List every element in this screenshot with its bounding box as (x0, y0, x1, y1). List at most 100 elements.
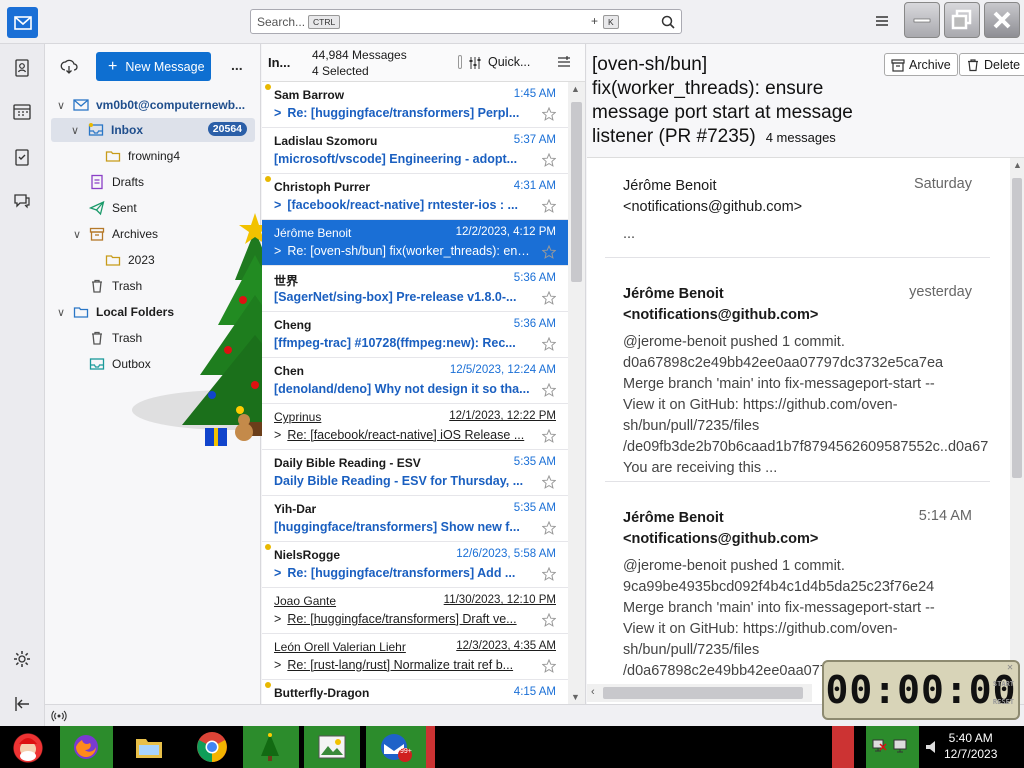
message-row[interactable]: 世界 5:36 AM [SagerNet/sing-box] Pre-release… (262, 266, 568, 312)
delete-button[interactable]: Delete (959, 53, 1024, 76)
thread-chevron-icon[interactable]: > (274, 566, 281, 580)
expand-chevron-icon[interactable]: ∨ (73, 228, 81, 241)
message-row[interactable]: Cyprinus 12/1/2023, 12:22 PM > Re: [faceboo… (262, 404, 568, 450)
mail-tab-button[interactable] (7, 7, 38, 38)
hamburger-menu-icon[interactable] (872, 12, 892, 30)
folder-frowning4[interactable]: frowning4 (45, 144, 261, 168)
archive-button[interactable]: Archive (884, 53, 958, 76)
folder-drafts[interactable]: Drafts (45, 170, 261, 194)
message-row[interactable]: Sam Barrow 1:45 AM > Re: [huggingface/trans… (262, 82, 568, 128)
close-icon[interactable]: ✕ (1007, 662, 1014, 673)
message-row[interactable]: Yih-Dar 5:35 AM [huggingface/transformers]… (262, 496, 568, 542)
message-row[interactable]: Cheng 5:36 AM [ffmpeg-trac] #10728(ffmpeg:… (262, 312, 568, 358)
folder-pane-more-button[interactable]: ... (231, 57, 243, 73)
message-date: 5:36 AM (513, 272, 556, 284)
taskbar-image-viewer[interactable] (304, 726, 360, 768)
message-row[interactable]: NielsRogge 12/6/2023, 5:58 AM > Re: [huggin… (262, 542, 568, 588)
scroll-up-icon[interactable]: ▲ (1013, 160, 1022, 170)
star-icon[interactable] (542, 245, 556, 259)
scroll-up-icon[interactable]: ▲ (571, 84, 580, 94)
search-bar[interactable]: Search... CTRL + K (250, 9, 682, 34)
taskbar-chrome[interactable] (186, 726, 238, 768)
collapse-toolbar-icon[interactable] (12, 694, 32, 714)
start-button[interactable] (0, 726, 56, 768)
folder-inbox[interactable]: ∨ Inbox 20564 (51, 118, 255, 142)
search-icon[interactable] (661, 15, 675, 29)
reading-pane-scrollbar[interactable]: ▲ (1010, 158, 1024, 728)
star-icon[interactable] (542, 291, 556, 305)
minimize-button[interactable] (904, 2, 940, 38)
expand-chevron-icon[interactable]: ∨ (57, 306, 65, 319)
quick-filter-toggle[interactable] (458, 55, 462, 69)
list-options-icon[interactable] (557, 55, 571, 69)
scroll-thumb[interactable] (1012, 178, 1022, 478)
taskbar-clock[interactable]: 5:40 AM 12/7/2023 (944, 730, 997, 762)
taskbar-firefox[interactable] (60, 726, 113, 768)
message-list-scrollbar[interactable]: ▲ ▼ (568, 82, 585, 704)
scroll-left-icon[interactable]: ‹ (591, 686, 595, 698)
star-icon[interactable] (542, 659, 556, 673)
thread-chevron-icon[interactable]: > (274, 244, 281, 258)
sent-icon (89, 200, 105, 216)
message-row[interactable]: Daily Bible Reading - ESV 5:35 AM Daily Bi… (262, 450, 568, 496)
expand-chevron-icon[interactable]: ∨ (57, 99, 65, 112)
system-tray-icons[interactable] (866, 726, 919, 768)
calendar-icon[interactable] (12, 102, 32, 122)
thread-message-card[interactable]: Jérôme Benoit <notifications@github.com> y… (605, 266, 990, 482)
thread-message-card[interactable]: Jérôme Benoit <notifications@github.com> S… (605, 158, 990, 258)
archive-icon (89, 227, 105, 241)
tray-red-indicator[interactable] (832, 726, 854, 768)
star-icon[interactable] (542, 107, 556, 121)
star-icon[interactable] (542, 521, 556, 535)
taskbar-file-explorer[interactable] (122, 726, 176, 768)
message-row[interactable]: León Orell Valerian Liehr 12/3/2023, 4:35… (262, 634, 568, 680)
hscroll-thumb[interactable] (603, 687, 803, 699)
star-icon[interactable] (542, 613, 556, 627)
sender-email: <notifications@github.com> (623, 531, 819, 547)
trash-icon (92, 331, 102, 345)
taskbar-thunderbird[interactable]: 99+ (366, 726, 426, 768)
thread-chevron-icon[interactable]: > (274, 106, 281, 120)
thread-chevron-icon[interactable]: > (274, 658, 281, 672)
get-messages-icon[interactable] (60, 58, 78, 76)
reading-pane-hscrollbar[interactable]: ‹ (587, 684, 812, 702)
thread-chevron-icon[interactable]: > (274, 198, 281, 212)
message-row[interactable]: Jérôme Benoit 12/2/2023, 4:12 PM > Re: [ove… (262, 220, 568, 266)
star-icon[interactable] (542, 475, 556, 489)
timer-start-label[interactable]: START (993, 680, 1014, 688)
settings-gear-icon[interactable] (12, 649, 32, 669)
message-subject-text: [ffmpeg-trac] #10728(ffmpeg:new): Rec... (274, 336, 516, 350)
expand-chevron-icon[interactable]: ∨ (71, 124, 79, 137)
account-row[interactable]: ∨ vm0b0t@computernewb... (45, 93, 261, 117)
message-row[interactable]: Butterfly-Dragon 4:15 AM (262, 680, 568, 704)
new-message-button[interactable]: + New Message (96, 52, 211, 81)
envelope-icon (13, 15, 32, 30)
quick-filter-icon[interactable] (468, 56, 482, 70)
stopwatch-widget[interactable]: ✕ START RESET 00:00:00 (822, 660, 1020, 720)
speaker-icon[interactable] (924, 738, 942, 756)
message-row[interactable]: Chen 12/5/2023, 12:24 AM [denoland/deno] W… (262, 358, 568, 404)
online-status-icon[interactable] (51, 708, 67, 724)
timer-reset-label[interactable]: RESET (993, 698, 1014, 706)
message-row[interactable]: Ladislau Szomoru 5:37 AM [microsoft/vscode… (262, 128, 568, 174)
message-row[interactable]: Joao Gante 11/30/2023, 12:10 PM > Re: [hugg… (262, 588, 568, 634)
chat-icon[interactable] (12, 191, 32, 211)
star-icon[interactable] (542, 199, 556, 213)
star-icon[interactable] (542, 153, 556, 167)
close-button[interactable] (984, 2, 1020, 38)
thread-chevron-icon[interactable]: > (274, 428, 281, 442)
address-book-icon[interactable] (12, 58, 32, 78)
star-icon[interactable] (542, 383, 556, 397)
message-row[interactable]: Christoph Purrer 4:31 AM > [facebook/react-… (262, 174, 568, 220)
close-icon (993, 11, 1011, 29)
scroll-thumb[interactable] (571, 102, 582, 282)
quick-filter-button[interactable]: Quick... (488, 55, 530, 69)
scroll-down-icon[interactable]: ▼ (571, 692, 580, 702)
taskbar-xmas-tree[interactable] (243, 726, 299, 768)
thread-chevron-icon[interactable]: > (274, 612, 281, 626)
star-icon[interactable] (542, 337, 556, 351)
star-icon[interactable] (542, 429, 556, 443)
tasks-icon[interactable] (12, 147, 32, 167)
star-icon[interactable] (542, 567, 556, 581)
maximize-button[interactable] (944, 2, 980, 38)
